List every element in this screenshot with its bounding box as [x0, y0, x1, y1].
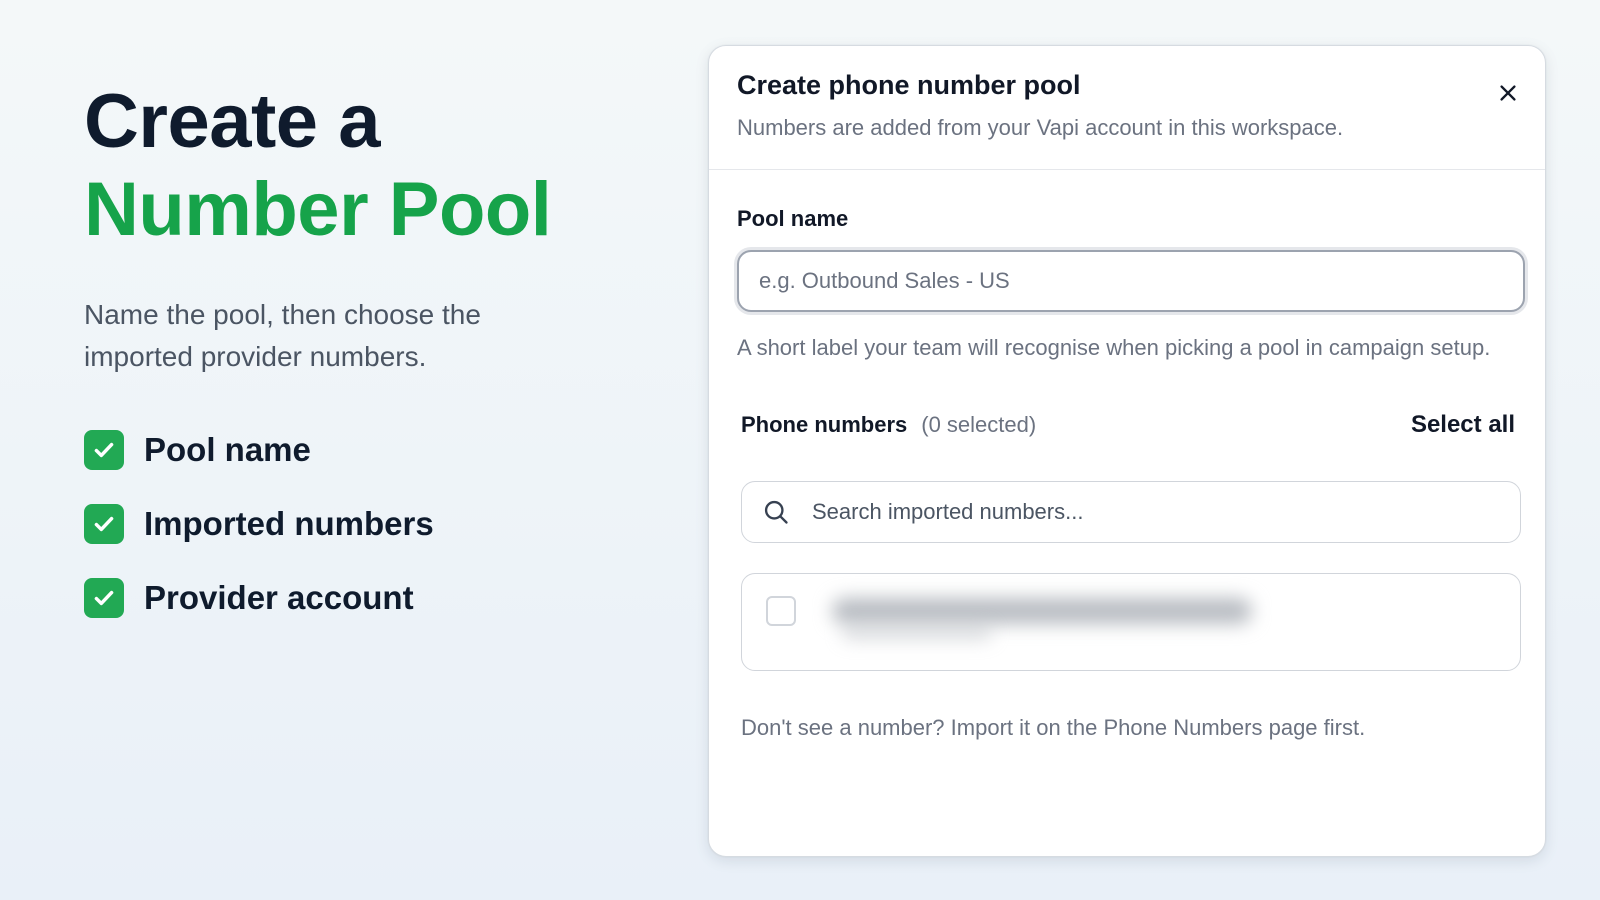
check-icon [84, 578, 124, 618]
promo-subtitle: Name the pool, then choose the imported … [84, 299, 481, 372]
phone-number-item[interactable] [741, 573, 1521, 671]
import-hint: Don't see a number? Import it on the Pho… [741, 715, 1366, 740]
dialog-header: Create phone number pool Numbers are add… [709, 46, 1545, 170]
dialog-body: Pool name A short label your team will r… [709, 206, 1545, 741]
checklist-item: Imported numbers [84, 504, 644, 544]
search-icon [764, 500, 788, 524]
checklist-item: Pool name [84, 430, 644, 470]
select-all-button[interactable]: Select all [1411, 411, 1515, 439]
close-button[interactable] [1493, 78, 1523, 108]
checklist-label: Pool name [144, 431, 311, 468]
promo-title: Create a Number Pool [84, 78, 644, 254]
selected-count: (0 selected) [921, 412, 1037, 437]
checklist-item: Provider account [84, 578, 644, 618]
search-box[interactable] [741, 481, 1521, 543]
redacted-number-details [802, 574, 1502, 670]
close-icon [1500, 85, 1516, 101]
phone-numbers-header: Phone numbers (0 selected) Select all [737, 411, 1517, 439]
search-input[interactable] [812, 499, 1492, 525]
promo-title-line1: Create a [84, 79, 380, 164]
phone-number-checkbox[interactable] [766, 596, 796, 626]
pool-name-hint: A short label your team will recognise w… [737, 335, 1491, 360]
feature-checklist: Pool name Imported numbers Provider acco… [84, 430, 644, 618]
checklist-label: Imported numbers [144, 505, 434, 542]
phone-numbers-label: Phone numbers [741, 412, 908, 437]
check-icon [84, 504, 124, 544]
dialog-description: Numbers are added from your Vapi account… [737, 115, 1344, 140]
promo-panel: Create a Number Pool Name the pool, then… [84, 78, 644, 652]
pool-name-label: Pool name [737, 206, 849, 231]
pool-name-input[interactable] [737, 250, 1525, 312]
promo-title-line2: Number Pool [84, 167, 552, 252]
dialog-title: Create phone number pool [737, 70, 1081, 100]
create-pool-dialog: Create phone number pool Numbers are add… [708, 45, 1546, 857]
checklist-label: Provider account [144, 579, 414, 616]
phone-numbers-heading: Phone numbers (0 selected) [741, 412, 1036, 438]
check-icon [84, 430, 124, 470]
